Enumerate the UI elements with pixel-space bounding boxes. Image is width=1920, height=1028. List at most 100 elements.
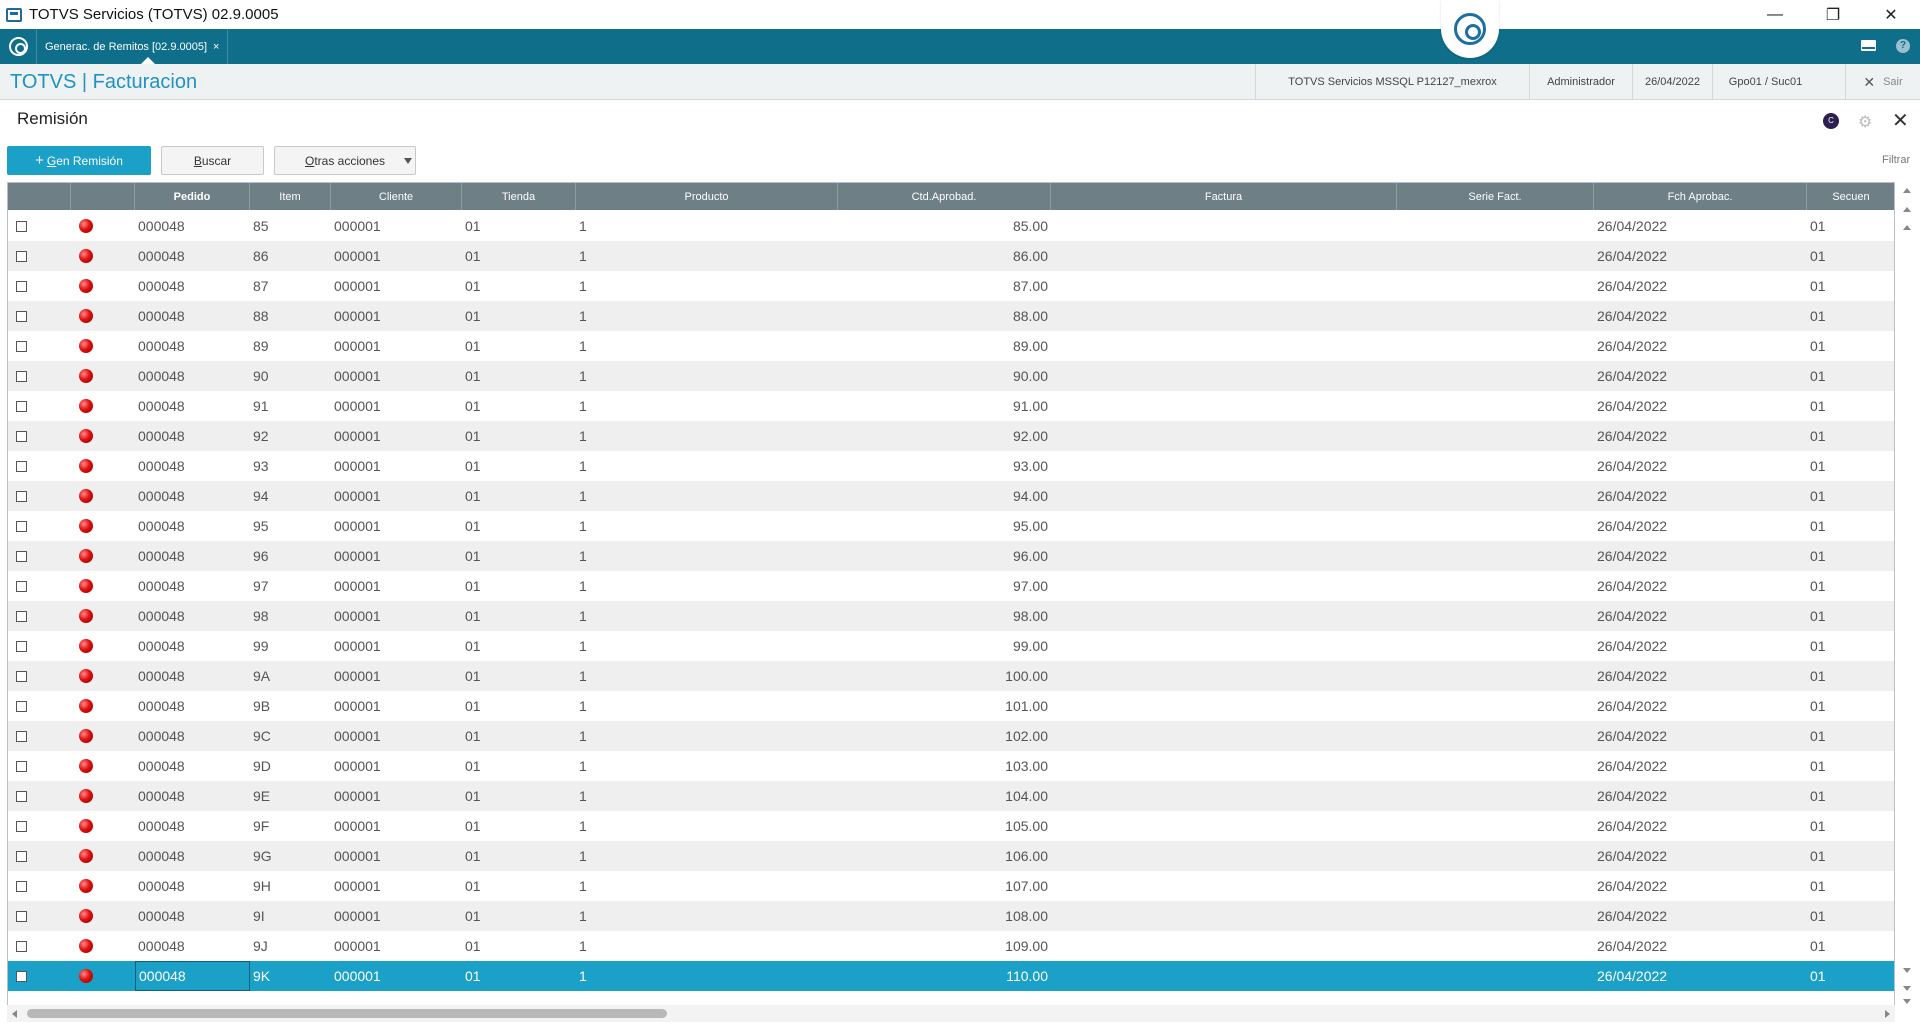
cell-select-col[interactable] <box>8 301 71 331</box>
help-icon[interactable]: ? <box>1896 39 1910 53</box>
badge-c-icon[interactable]: C <box>1823 113 1839 129</box>
row-checkbox[interactable] <box>16 880 27 892</box>
scroll-page-up-icon[interactable] <box>1903 225 1911 230</box>
cell-select-col[interactable] <box>8 421 71 451</box>
scroll-left-icon[interactable] <box>12 1010 17 1018</box>
row-checkbox[interactable] <box>16 730 27 742</box>
table-row[interactable]: 000048 91 000001 01 1 91.00 26/04/2022 01 <box>8 391 1894 421</box>
row-checkbox[interactable] <box>16 790 27 802</box>
cell-select-col[interactable] <box>8 751 71 781</box>
table-row[interactable]: 000048 86 000001 01 1 86.00 26/04/2022 01 <box>8 241 1894 271</box>
table-row[interactable]: 000048 92 000001 01 1 92.00 26/04/2022 01 <box>8 421 1894 451</box>
header-cliente-col[interactable]: Cliente <box>331 183 462 210</box>
row-checkbox[interactable] <box>16 430 27 442</box>
row-checkbox[interactable] <box>16 400 27 412</box>
tab-generac-remitos[interactable]: Generac. de Remitos [02.9.0005] × <box>36 29 229 64</box>
cell-select-col[interactable] <box>8 871 71 901</box>
vertical-scrollbar[interactable] <box>1899 182 1917 1008</box>
cell-select-col[interactable] <box>8 271 71 301</box>
cell-select-col[interactable] <box>8 781 71 811</box>
cell-select-col[interactable] <box>8 661 71 691</box>
cell-select-col[interactable] <box>8 841 71 871</box>
gear-icon[interactable]: ⚙ <box>1858 112 1872 132</box>
table-row[interactable]: 000048 9E 000001 01 1 104.00 26/04/2022 01 <box>8 781 1894 811</box>
row-checkbox[interactable] <box>16 760 27 772</box>
cell-select-col[interactable] <box>8 361 71 391</box>
row-checkbox[interactable] <box>16 250 27 262</box>
header-fch-aprobac-col[interactable]: Fch Aprobac. <box>1594 183 1807 210</box>
cell-select-col[interactable] <box>8 541 71 571</box>
row-checkbox[interactable] <box>16 610 27 622</box>
row-checkbox[interactable] <box>16 310 27 322</box>
table-row[interactable]: 000048 96 000001 01 1 96.00 26/04/2022 01 <box>8 541 1894 571</box>
header-item-col[interactable]: Item <box>250 183 331 210</box>
minimize-button[interactable]: — <box>1746 0 1804 29</box>
mail-icon[interactable] <box>1861 40 1876 51</box>
close-page-icon[interactable]: ✕ <box>1892 108 1909 133</box>
scroll-bottom-icon[interactable] <box>1903 999 1911 1004</box>
close-window-button[interactable]: ✕ <box>1862 0 1920 29</box>
table-row[interactable]: 000048 9I 000001 01 1 108.00 26/04/2022 01 <box>8 901 1894 931</box>
header-ctd-aprobad-col[interactable]: Ctd.Aprobad. <box>838 183 1051 210</box>
cell-select-col[interactable] <box>8 331 71 361</box>
table-row[interactable]: 000048 95 000001 01 1 95.00 26/04/2022 01 <box>8 511 1894 541</box>
buscar-button[interactable]: Buscar <box>161 146 264 175</box>
row-checkbox[interactable] <box>16 490 27 502</box>
table-row[interactable]: 000048 98 000001 01 1 98.00 26/04/2022 01 <box>8 601 1894 631</box>
cell-select-col[interactable] <box>8 961 71 991</box>
row-checkbox[interactable] <box>16 550 27 562</box>
otras-acciones-dropdown[interactable]: Otras acciones <box>274 146 416 175</box>
cell-select-col[interactable] <box>8 391 71 421</box>
cell-select-col[interactable] <box>8 211 71 241</box>
cell-select-col[interactable] <box>8 811 71 841</box>
cell-select-col[interactable] <box>8 481 71 511</box>
home-icon[interactable] <box>9 37 28 56</box>
table-row[interactable]: 000048 93 000001 01 1 93.00 26/04/2022 01 <box>8 451 1894 481</box>
scroll-top-icon[interactable] <box>1903 188 1911 193</box>
cell-select-col[interactable] <box>8 451 71 481</box>
table-row[interactable]: 000048 87 000001 01 1 87.00 26/04/2022 01 <box>8 271 1894 301</box>
scroll-page-down-icon[interactable] <box>1903 986 1911 991</box>
table-row[interactable]: 000048 9B 000001 01 1 101.00 26/04/2022 01 <box>8 691 1894 721</box>
row-checkbox[interactable] <box>16 520 27 532</box>
header-factura-col[interactable]: Factura <box>1051 183 1397 210</box>
table-row[interactable]: 000048 9J 000001 01 1 109.00 26/04/2022 01 <box>8 931 1894 961</box>
scroll-up-icon[interactable] <box>1903 207 1911 212</box>
gen-remision-button[interactable]: + Gen Remisión <box>7 146 151 175</box>
row-checkbox[interactable] <box>16 970 27 982</box>
table-row[interactable]: 000048 9F 000001 01 1 105.00 26/04/2022 01 <box>8 811 1894 841</box>
cell-select-col[interactable] <box>8 241 71 271</box>
row-checkbox[interactable] <box>16 370 27 382</box>
cell-select-col[interactable] <box>8 511 71 541</box>
header-tienda-col[interactable]: Tienda <box>462 183 576 210</box>
table-row[interactable]: 000048 9G 000001 01 1 106.00 26/04/2022 01 <box>8 841 1894 871</box>
table-row[interactable]: 000048 90 000001 01 1 90.00 26/04/2022 01 <box>8 361 1894 391</box>
row-checkbox[interactable] <box>16 700 27 712</box>
chat-icon[interactable] <box>1441 0 1499 58</box>
scroll-down-icon[interactable] <box>1903 968 1911 973</box>
restore-button[interactable]: ❐ <box>1804 0 1862 29</box>
header-select-col[interactable] <box>8 183 71 210</box>
cell-select-col[interactable] <box>8 571 71 601</box>
row-checkbox[interactable] <box>16 580 27 592</box>
header-secuen-col[interactable]: Secuen <box>1807 183 1894 210</box>
table-row[interactable]: 000048 85 000001 01 1 85.00 26/04/2022 01 <box>8 211 1894 241</box>
table-row[interactable]: 000048 9H 000001 01 1 107.00 26/04/2022 01 <box>8 871 1894 901</box>
row-checkbox[interactable] <box>16 940 27 952</box>
table-row[interactable]: 000048 9D 000001 01 1 103.00 26/04/2022 01 <box>8 751 1894 781</box>
cell-select-col[interactable] <box>8 631 71 661</box>
row-checkbox[interactable] <box>16 640 27 652</box>
header-producto-col[interactable]: Producto <box>576 183 838 210</box>
cell-select-col[interactable] <box>8 901 71 931</box>
cell-select-col[interactable] <box>8 691 71 721</box>
table-row[interactable]: 000048 89 000001 01 1 89.00 26/04/2022 01 <box>8 331 1894 361</box>
table-row[interactable]: 000048 9C 000001 01 1 102.00 26/04/2022 01 <box>8 721 1894 751</box>
header-pedido-col[interactable]: Pedido <box>135 183 250 210</box>
header-serie-fact-col[interactable]: Serie Fact. <box>1397 183 1594 210</box>
row-checkbox[interactable] <box>16 850 27 862</box>
row-checkbox[interactable] <box>16 910 27 922</box>
tab-close-icon[interactable]: × <box>213 41 219 53</box>
row-checkbox[interactable] <box>16 280 27 292</box>
cell-select-col[interactable] <box>8 601 71 631</box>
table-row[interactable]: 000048 99 000001 01 1 99.00 26/04/2022 01 <box>8 631 1894 661</box>
